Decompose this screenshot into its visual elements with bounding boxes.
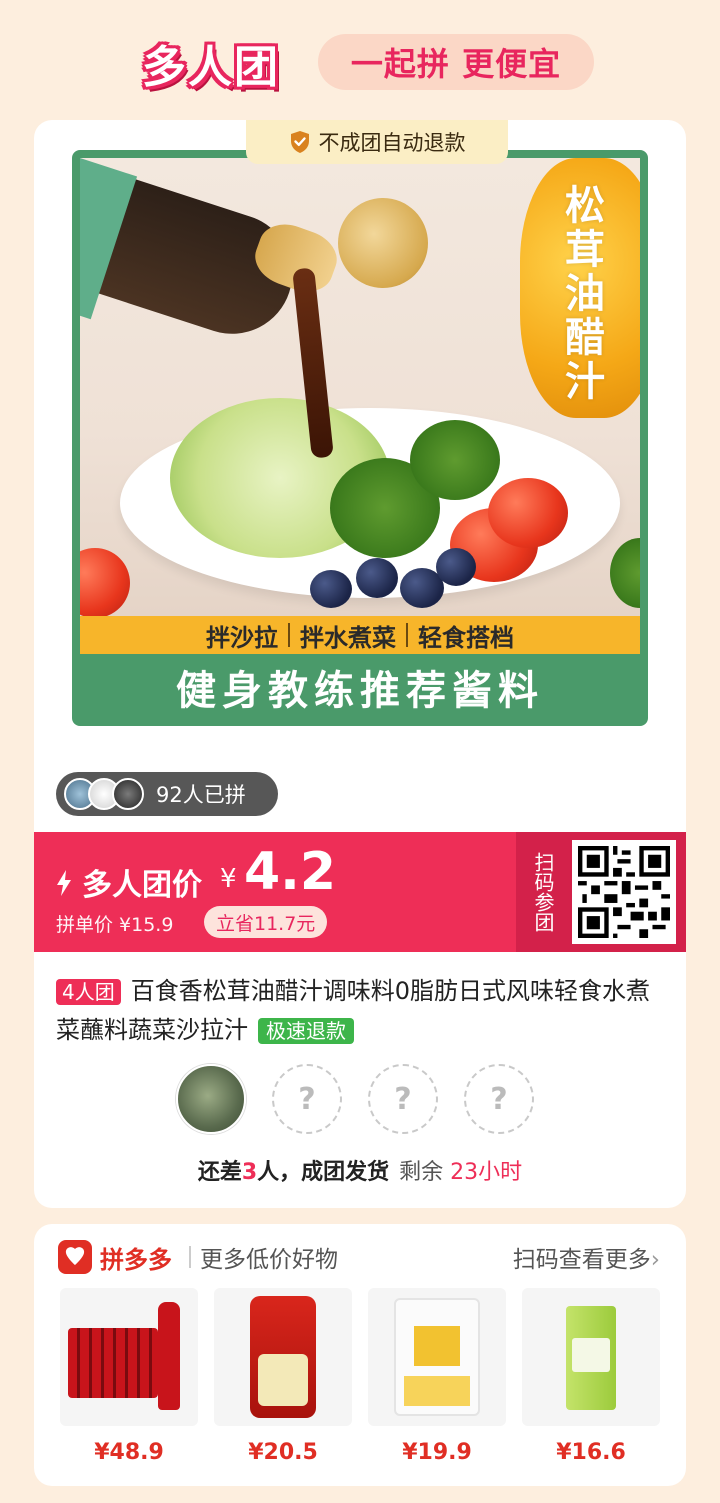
tissue-pack-label-graphic <box>572 1338 610 1372</box>
shield-check-icon <box>290 131 309 153</box>
product-price: ¥19.9 <box>402 1440 472 1465</box>
flour-bag-label-graphic <box>414 1326 460 1366</box>
empty-member-slot[interactable]: ? <box>272 1064 342 1134</box>
pepper-label: 松茸油醋汁 <box>558 184 604 404</box>
member-avatar <box>176 1064 246 1134</box>
blueberry-graphic <box>436 548 476 586</box>
scan-more-text: 扫码查看更多 <box>512 1247 651 1273</box>
joined-count-pill: 92人已拼 <box>56 772 278 816</box>
flour-bag-image <box>368 1288 506 1426</box>
price-bar: 多人团价 ¥ 4.2 拼单价 ¥15.9 立省11.7元 扫码参团 <box>34 832 686 952</box>
empty-member-slot[interactable]: ? <box>464 1064 534 1134</box>
flour-bag-wheat-graphic <box>404 1376 470 1406</box>
product-photo: 松茸油醋汁 <box>80 158 640 616</box>
qr-code-icon[interactable] <box>572 840 676 944</box>
rice-bag-image <box>214 1288 352 1426</box>
cola-bottles-image <box>60 1288 198 1426</box>
slogan-pill: 一起拼 更便宜 <box>318 34 594 90</box>
more-products-card: 拼多多 更多低价好物 扫码查看更多› ¥48.9 ¥20.5 ¥19.9 ¥16… <box>34 1224 686 1486</box>
product-price: ¥16.6 <box>556 1440 626 1465</box>
status-suffix: 人，成团发货 <box>257 1160 390 1185</box>
more-subtitle: 更多低价好物 <box>200 1247 338 1273</box>
broccoli-graphic <box>610 538 640 608</box>
status-prefix: 还差 <box>197 1160 242 1185</box>
divider <box>189 1246 191 1268</box>
group-size-chip: 4人团 <box>56 979 121 1005</box>
price-currency: ¥ <box>220 864 237 894</box>
product-item[interactable]: ¥48.9 <box>60 1288 198 1478</box>
product-card: 松茸油醋汁 拌沙拉 拌水煮菜 轻食搭档 健身教练推荐酱料 不成团自动退款 92人… <box>34 120 686 1208</box>
blueberry-graphic <box>356 558 398 598</box>
save-badge: 立省11.7元 <box>204 906 328 938</box>
group-price-label: 多人团价 <box>82 868 202 903</box>
scan-more-link[interactable]: 扫码查看更多› <box>513 1240 660 1274</box>
scan-label: 扫码参团 <box>531 852 555 932</box>
tag-divider <box>288 623 290 647</box>
cola-bottle-graphic <box>158 1302 180 1410</box>
scan-to-join[interactable]: 扫码参团 <box>516 832 686 952</box>
group-logo: 多人团 <box>142 42 280 93</box>
remaining-label: 剩余 <box>399 1160 444 1185</box>
cola-pack-graphic <box>68 1328 158 1398</box>
pinduoduo-logo-graphic <box>65 1247 85 1265</box>
product-item[interactable]: ¥16.6 <box>522 1288 660 1478</box>
product-item[interactable]: ¥19.9 <box>368 1288 506 1478</box>
single-price: 拼单价 ¥15.9 <box>56 914 174 936</box>
brand-name: 拼多多 <box>100 1246 172 1274</box>
chevron-right-icon: › <box>650 1247 660 1273</box>
tissue-pack-image <box>522 1288 660 1426</box>
bottle-cap-graphic <box>338 198 428 288</box>
tomato-graphic <box>80 548 130 616</box>
usage-tag: 轻食搭档 <box>418 623 514 652</box>
rice-bag-label-graphic <box>258 1354 308 1406</box>
group-members: ? ? ? <box>176 1064 556 1136</box>
header: 多人团 一起拼 更便宜 <box>0 28 720 98</box>
broccoli-graphic <box>410 420 500 500</box>
product-title[interactable]: 4人团 百食香松茸油醋汁调味料0脂肪日式风味轻食水煮菜蘸料蔬菜沙拉汁 极速退款 <box>56 972 666 1050</box>
pinduoduo-logo-icon <box>58 1240 92 1274</box>
remaining-time: 23小时 <box>450 1160 523 1185</box>
refund-tag: 不成团自动退款 <box>246 120 508 164</box>
avatar <box>112 778 144 810</box>
avatar-stack <box>64 778 144 810</box>
product-price: ¥48.9 <box>94 1440 164 1465</box>
group-status: 还差3人，成团发货 剩余 23小时 <box>34 1154 686 1186</box>
product-price: ¥20.5 <box>248 1440 318 1465</box>
product-image: 松茸油醋汁 拌沙拉 拌水煮菜 轻食搭档 健身教练推荐酱料 <box>72 150 648 726</box>
usage-tag: 拌水煮菜 <box>300 623 396 652</box>
remaining-count: 3 <box>241 1160 258 1185</box>
joined-count: 92人已拼 <box>156 783 246 807</box>
tomato-graphic <box>488 478 568 548</box>
lightning-icon <box>57 870 71 896</box>
group-price-value: 4.2 <box>244 842 337 902</box>
blueberry-graphic <box>310 570 352 608</box>
empty-member-slot[interactable]: ? <box>368 1064 438 1134</box>
tag-divider <box>406 623 408 647</box>
product-item[interactable]: ¥20.5 <box>214 1288 352 1478</box>
image-slogan: 健身教练推荐酱料 <box>176 668 544 714</box>
refund-text: 不成团自动退款 <box>318 131 466 155</box>
usage-tag: 拌沙拉 <box>206 623 278 652</box>
product-list: ¥48.9 ¥20.5 ¥19.9 ¥16.6 <box>60 1288 660 1478</box>
usage-tags: 拌沙拉 拌水煮菜 轻食搭档 <box>80 616 640 654</box>
fast-refund-chip: 极速退款 <box>258 1018 354 1044</box>
qr-code-graphic <box>578 846 670 938</box>
